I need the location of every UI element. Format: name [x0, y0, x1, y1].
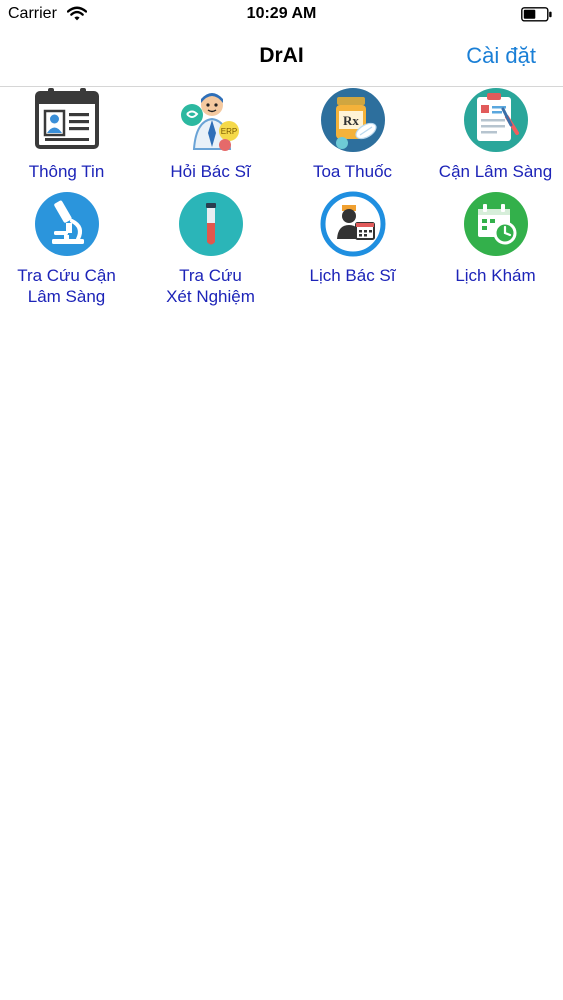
- test-tube-icon: [178, 191, 244, 257]
- menu-item-lich-bac-si[interactable]: Lịch Bác Sĩ: [282, 191, 423, 286]
- doctor-calendar-icon: [320, 191, 386, 257]
- clock: 10:29 AM: [246, 5, 317, 22]
- menu-item-label: Lịch Bác Sĩ: [309, 266, 396, 285]
- menu-item-tra-cuu-xet-nghiem[interactable]: Tra Cứu Xét Nghiệm: [140, 191, 281, 307]
- menu-item-label: Thông Tin: [28, 162, 105, 181]
- menu-item-label: Cận Lâm Sàng: [438, 162, 553, 181]
- id-card-icon: [34, 87, 100, 153]
- menu-item-can-lam-sang[interactable]: Cận Lâm Sàng: [425, 87, 563, 182]
- menu-item-label: Tra Cứu Xét Nghiệm: [166, 266, 255, 306]
- navigation-bar: DrAI Cài đặt: [0, 30, 563, 87]
- settings-button[interactable]: Cài đặt: [466, 43, 536, 69]
- menu-item-hoi-bac-si[interactable]: ERP Hỏi Bác Sĩ: [140, 87, 281, 182]
- microscope-icon: [34, 191, 100, 257]
- menu-item-thong-tin[interactable]: Thông Tin: [0, 87, 137, 182]
- calendar-clock-icon: [463, 191, 529, 257]
- menu-item-label: Tra Cứu Cận Lâm Sàng: [17, 266, 116, 306]
- menu-item-lich-kham[interactable]: Lịch Khám: [425, 191, 563, 286]
- menu-item-label: Toa Thuốc: [312, 162, 393, 181]
- svg-text:Rx: Rx: [343, 113, 359, 128]
- menu-item-label: Lịch Khám: [455, 266, 536, 285]
- medical-clipboard-icon: [463, 87, 529, 153]
- svg-text:ERP: ERP: [220, 127, 236, 136]
- menu-item-tra-cuu-can-lam-sang[interactable]: Tra Cứu Cận Lâm Sàng: [0, 191, 137, 307]
- battery-icon: [521, 7, 553, 27]
- status-bar: Carrier 10:29 AM: [0, 0, 563, 30]
- menu-item-toa-thuoc[interactable]: Rx Toa Thuốc: [282, 87, 423, 182]
- doctor-chat-icon: ERP: [178, 87, 244, 153]
- menu-item-label: Hỏi Bác Sĩ: [170, 162, 251, 181]
- prescription-bottle-icon: Rx: [320, 87, 386, 153]
